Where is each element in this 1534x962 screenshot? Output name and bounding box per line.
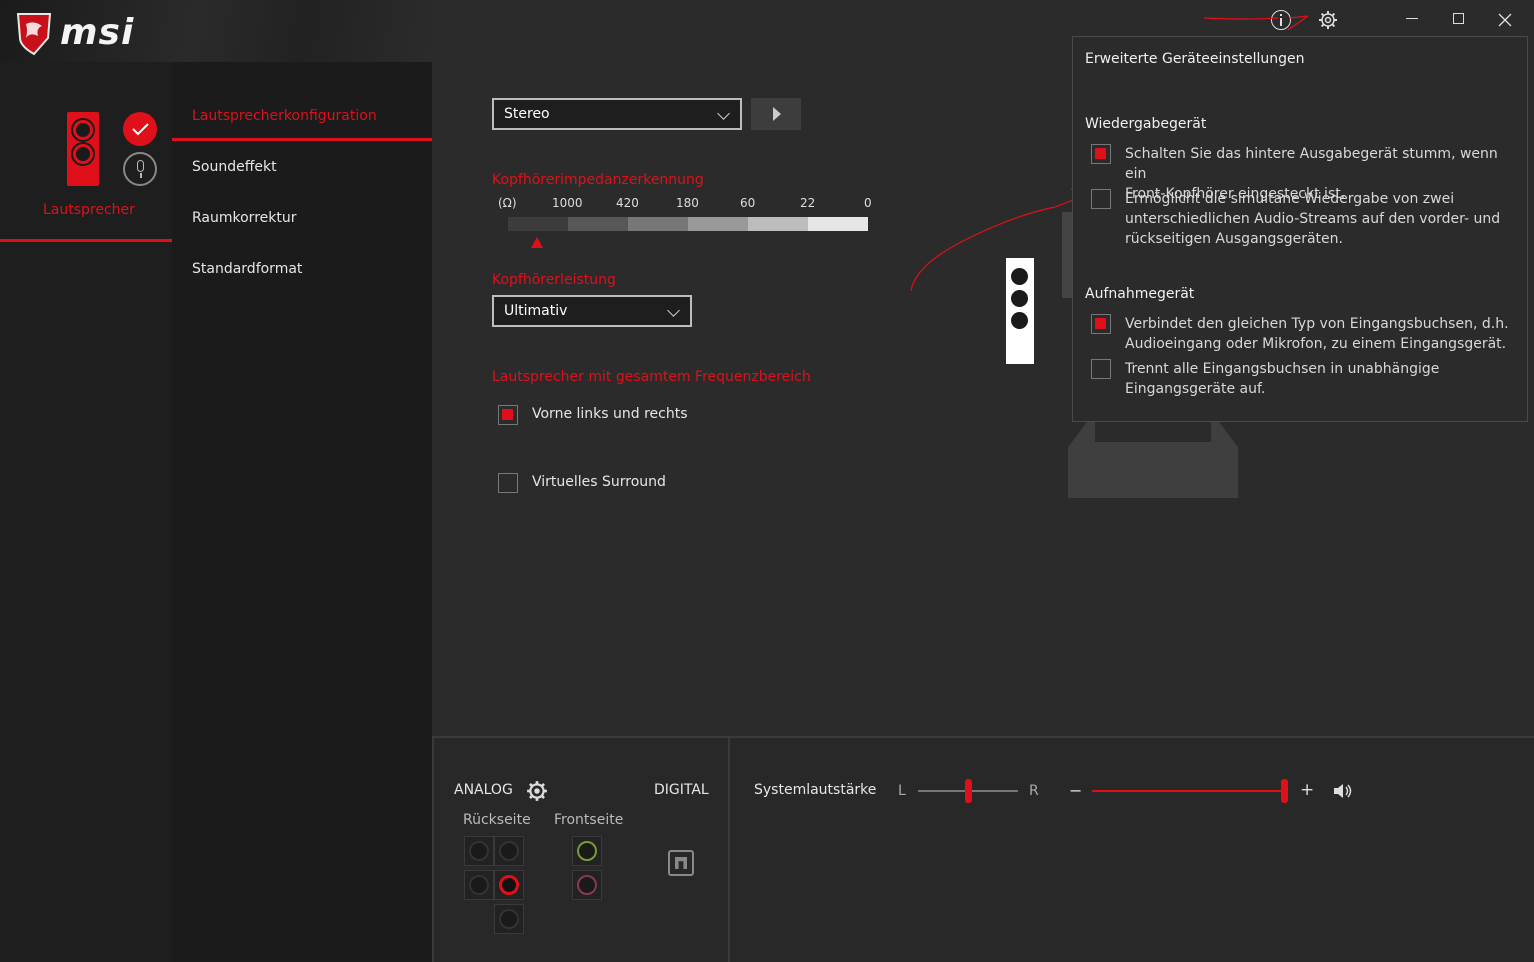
logo-text: msi xyxy=(60,12,135,53)
impedance-tick-180: 180 xyxy=(676,196,699,210)
impedance-marker xyxy=(530,237,543,248)
check-icon xyxy=(123,112,157,146)
nav-list: Lautsprecherkonfiguration Soundeffekt Ra… xyxy=(172,62,432,362)
recording-header: Aufnahmegerät xyxy=(1085,286,1195,302)
mute-rear-checkbox[interactable] xyxy=(1091,144,1111,164)
combine-inputs-line2: Audioeingang oder Mikrofon, zu einem Ein… xyxy=(1125,336,1507,352)
impedance-unit: (Ω) xyxy=(498,196,517,210)
msi-logo: msi xyxy=(14,10,164,58)
connector-panel: ANALOG DIGITAL Rückseite Frontseite xyxy=(432,736,730,962)
rear-jack-3[interactable] xyxy=(464,870,494,900)
power-select[interactable]: Ultimativ xyxy=(492,295,692,327)
balance-slider[interactable] xyxy=(918,779,1018,803)
nav-active-underline xyxy=(172,138,432,141)
impedance-bar xyxy=(508,217,868,231)
combine-inputs-checkbox[interactable] xyxy=(1091,314,1111,334)
front-jack-mic[interactable] xyxy=(572,870,602,900)
speaker-mode-select[interactable]: Stereo xyxy=(492,98,742,130)
dual-stream-line2: unterschiedlichen Audio-Streams auf den … xyxy=(1125,211,1501,227)
device-label: Lautsprecher xyxy=(43,202,135,218)
mute-rear-line1: Schalten Sie das hintere Ausgabegerät st… xyxy=(1125,146,1498,182)
separate-inputs-line2: Eingangsgeräte auf. xyxy=(1125,381,1266,397)
nav-item-lautsprecherkonfiguration[interactable]: Lautsprecherkonfiguration xyxy=(192,108,377,124)
combine-inputs-text: Verbindet den gleichen Typ von Eingangsb… xyxy=(1125,314,1515,354)
impedance-tick-60: 60 xyxy=(740,196,756,210)
playback-header: Wiedergabegerät xyxy=(1085,116,1207,132)
digital-label: DIGITAL xyxy=(654,782,709,798)
play-test-button[interactable] xyxy=(751,98,801,130)
separate-inputs-line1: Trennt alle Eingangsbuchsen in unabhängi… xyxy=(1125,361,1440,377)
power-value: Ultimativ xyxy=(504,303,568,319)
dual-stream-text: Ermöglicht die simultane Wiedergabe von … xyxy=(1125,189,1515,249)
separate-inputs-text: Trennt alle Eingangsbuchsen in unabhängi… xyxy=(1125,359,1515,399)
chevron-down-icon xyxy=(667,304,680,317)
nav-item-raumkorrektur[interactable]: Raumkorrektur xyxy=(192,210,296,226)
power-title: Kopfhörerleistung xyxy=(492,272,616,288)
impedance-tick-1000: 1000 xyxy=(552,196,583,210)
volume-slider[interactable] xyxy=(1092,779,1288,803)
separate-inputs-checkbox[interactable] xyxy=(1091,359,1111,379)
device-active-underline xyxy=(0,239,172,242)
combine-inputs-line1: Verbindet den gleichen Typ von Eingangsb… xyxy=(1125,316,1509,332)
chevron-down-icon xyxy=(717,107,730,120)
maximize-icon[interactable] xyxy=(1453,13,1464,24)
microphone-icon[interactable] xyxy=(123,152,157,186)
volume-minus[interactable]: − xyxy=(1069,781,1082,800)
front-jack-headphone[interactable] xyxy=(572,836,602,866)
rear-jack-1[interactable] xyxy=(464,836,494,866)
dual-stream-checkbox[interactable] xyxy=(1091,189,1111,209)
volume-thumb[interactable] xyxy=(1281,779,1288,803)
analog-label: ANALOG xyxy=(454,782,513,798)
speaker-volume-icon[interactable] xyxy=(1332,782,1354,800)
gear-icon[interactable] xyxy=(1318,10,1338,30)
volume-fill xyxy=(1092,790,1288,792)
impedance-tick-0: 0 xyxy=(864,196,872,210)
fullrange-title: Lautsprecher mit gesamtem Frequenzbereic… xyxy=(492,369,811,385)
play-icon xyxy=(773,107,781,121)
minimize-icon[interactable] xyxy=(1406,18,1418,19)
front-lr-label: Vorne links und rechts xyxy=(532,406,688,422)
system-volume-label: Systemlautstärke xyxy=(754,782,877,798)
balance-right-label: R xyxy=(1029,783,1039,799)
analog-settings-gear-icon[interactable] xyxy=(526,780,548,802)
impedance-tick-22: 22 xyxy=(800,196,816,210)
popup-title: Erweiterte Geräteeinstellungen xyxy=(1085,51,1305,67)
balance-thumb[interactable] xyxy=(965,779,972,803)
balance-left-label: L xyxy=(898,783,906,799)
advanced-settings-popup: Erweiterte Geräteeinstellungen Wiedergab… xyxy=(1072,36,1528,422)
rear-jack-5[interactable] xyxy=(494,904,524,934)
annotation-arrow-top xyxy=(1203,15,1309,31)
impedance-title: Kopfhörerimpedanzerkennung xyxy=(492,172,704,188)
close-icon[interactable] xyxy=(1498,12,1512,27)
volume-panel: Systemlautstärke L R − + xyxy=(730,736,1534,962)
dragon-shield-icon xyxy=(16,13,52,56)
nav-item-soundeffekt[interactable]: Soundeffekt xyxy=(192,159,277,175)
volume-plus[interactable]: + xyxy=(1300,780,1314,800)
rear-label: Rückseite xyxy=(463,812,531,828)
speaker-mode-value: Stereo xyxy=(504,106,550,122)
front-label: Frontseite xyxy=(554,812,624,828)
rear-jack-active[interactable] xyxy=(494,870,524,900)
optical-port-icon[interactable] xyxy=(668,850,694,876)
speaker-device-icon[interactable] xyxy=(67,112,99,186)
annotation-arrow-curve xyxy=(910,188,1089,292)
dual-stream-line3: rückseitigen Ausgangsgeräten. xyxy=(1125,231,1343,247)
virtual-surround-checkbox[interactable] xyxy=(498,473,518,493)
nav-item-standardformat[interactable]: Standardformat xyxy=(192,261,302,277)
impedance-tick-420: 420 xyxy=(616,196,639,210)
rear-jack-2[interactable] xyxy=(494,836,524,866)
virtual-surround-label: Virtuelles Surround xyxy=(532,474,666,490)
dual-stream-line1: Ermöglicht die simultane Wiedergabe von … xyxy=(1125,191,1455,207)
front-lr-checkbox[interactable] xyxy=(498,405,518,425)
speaker-stand-notch xyxy=(1095,420,1211,442)
